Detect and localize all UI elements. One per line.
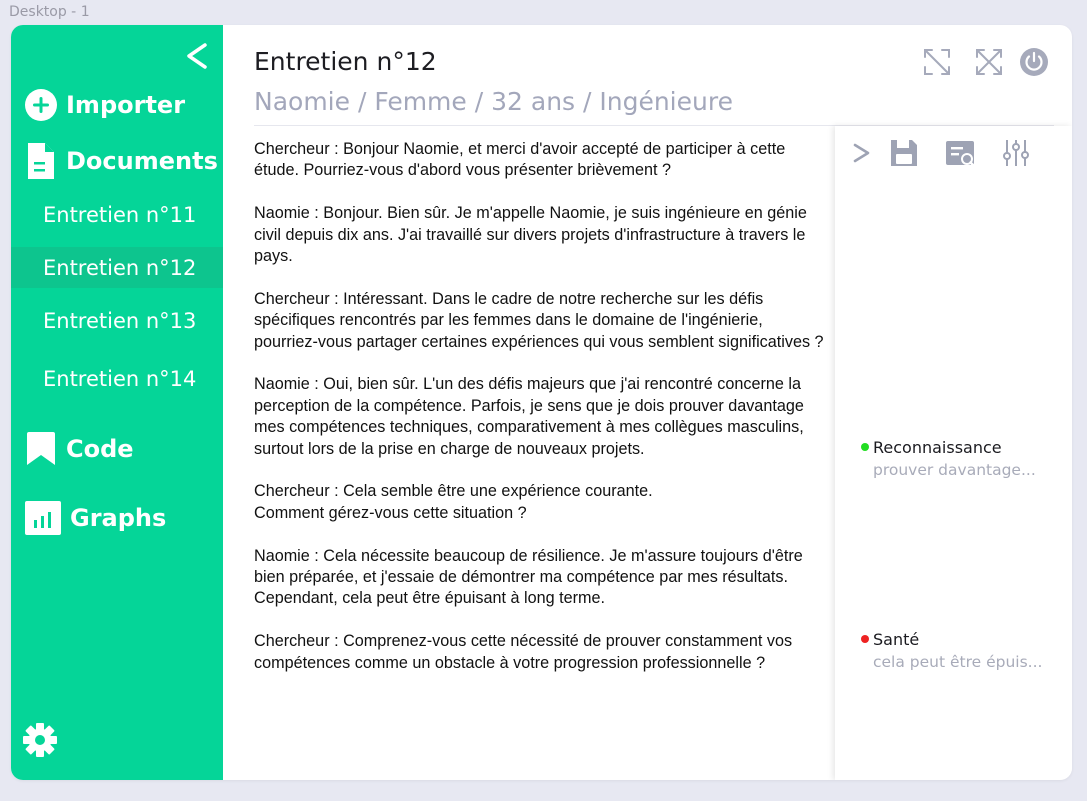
document-item-entretien-14[interactable]: Entretien n°14: [11, 358, 223, 399]
collapse-panel-button[interactable]: [845, 136, 879, 170]
graphs-section[interactable]: Graphs: [25, 501, 166, 535]
import-button[interactable]: Importer: [25, 89, 185, 121]
gear-icon: [23, 723, 57, 757]
document-item-entretien-12[interactable]: Entretien n°12: [11, 247, 223, 288]
search-document-button[interactable]: [944, 136, 978, 170]
save-button[interactable]: [887, 136, 921, 170]
settings-button[interactable]: [23, 723, 57, 757]
code-excerpt: cela peut être épuis...: [873, 653, 1043, 671]
bar-chart-icon: [25, 501, 61, 535]
fullscreen-icon: [976, 49, 1002, 75]
expand-button[interactable]: [922, 47, 952, 77]
app-window: Importer Documents Entretien n°11 Entret…: [11, 25, 1072, 780]
code-name: Santé: [873, 630, 920, 649]
floppy-disk-icon: [891, 140, 917, 166]
transcript-paragraph: Naomie : Bonjour. Bien sûr. Je m'appelle…: [254, 204, 807, 266]
document-icon: [28, 143, 54, 179]
code-entry-sante[interactable]: Santé cela peut être épuis...: [861, 630, 1042, 671]
frame-label: Desktop - 1: [9, 4, 90, 20]
status-dot: [861, 443, 869, 451]
transcript-paragraph: Chercheur : Intéressant. Dans le cadre d…: [254, 289, 824, 351]
status-dot: [861, 635, 869, 643]
transcript-paragraph: Chercheur : Cela semble être une expérie…: [254, 482, 653, 522]
documents-label: Documents: [66, 147, 218, 175]
documents-section[interactable]: Documents: [25, 141, 218, 181]
transcript-text[interactable]: Chercheur : Bonjour Naomie, et merci d'a…: [254, 139, 826, 769]
document-item-entretien-11[interactable]: Entretien n°11: [11, 194, 223, 235]
transcript-paragraph: Chercheur : Bonjour Naomie, et merci d'a…: [254, 140, 786, 180]
document-item-entretien-13[interactable]: Entretien n°13: [11, 300, 223, 341]
collapse-sidebar-button[interactable]: [181, 39, 215, 73]
expand-icon: [924, 49, 950, 75]
code-name: Reconnaissance: [873, 438, 1002, 457]
fullscreen-button[interactable]: [974, 47, 1004, 77]
power-button[interactable]: [1019, 47, 1049, 77]
power-icon: [1020, 48, 1048, 76]
code-section[interactable]: Code: [25, 431, 134, 467]
document-search-icon: [946, 141, 977, 169]
interview-subtitle: Naomie / Femme / 32 ans / Ingénieure: [254, 87, 733, 116]
page-title: Entretien n°12: [254, 47, 437, 76]
sliders-icon: [1003, 140, 1029, 166]
filters-button[interactable]: [999, 136, 1033, 170]
sidebar: Importer Documents Entretien n°11 Entret…: [11, 25, 223, 780]
transcript-paragraph: Naomie : Cela nécessite beaucoup de rési…: [254, 546, 803, 608]
chevron-left-icon: [187, 43, 207, 69]
transcript-paragraph: Naomie : Oui, bien sûr. L'un des défis m…: [254, 375, 804, 458]
graphs-label: Graphs: [70, 504, 167, 532]
bookmark-icon: [27, 432, 55, 465]
code-label: Code: [66, 435, 134, 463]
import-label: Importer: [66, 91, 186, 119]
chevron-right-icon: [853, 143, 870, 163]
code-entry-reconnaissance[interactable]: Reconnaissance prouver davantage...: [861, 438, 1036, 479]
codes-panel: Reconnaissance prouver davantage... Sant…: [835, 126, 1072, 780]
transcript-paragraph: Chercheur : Comprenez-vous cette nécessi…: [254, 632, 793, 672]
plus-circle-icon: [25, 89, 57, 121]
code-excerpt: prouver davantage...: [873, 461, 1036, 479]
